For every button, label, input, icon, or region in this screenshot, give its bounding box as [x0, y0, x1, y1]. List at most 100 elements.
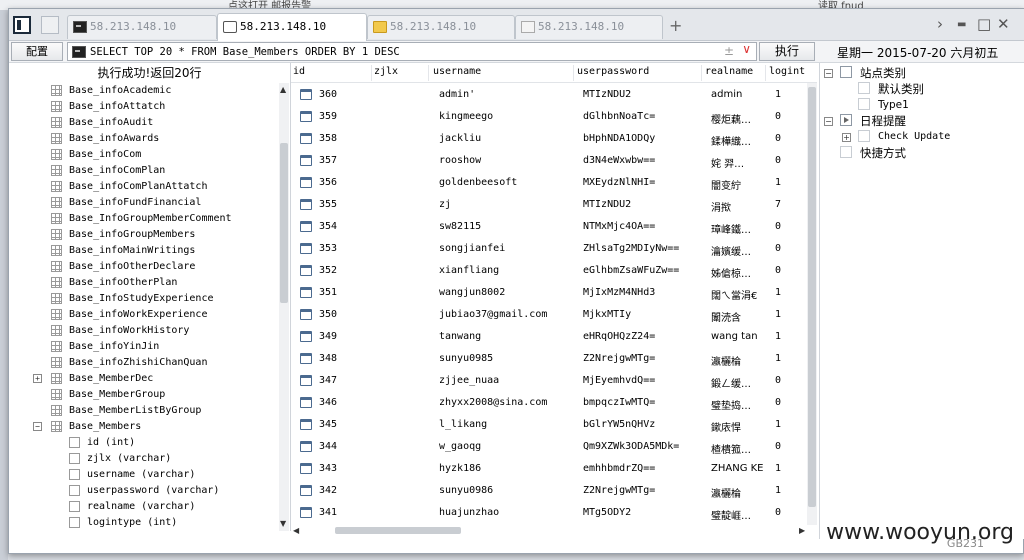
tree-item-column[interactable]: realname (varchar) [9, 499, 279, 515]
table-row[interactable]: 346 zhyxx2008@sina.com bmpqczIwMTQ= 璧垫捣… 0 [291, 392, 811, 414]
tree-item-table[interactable]: Base_infoAttatch [9, 99, 279, 115]
secondary-toggle-button[interactable] [41, 16, 59, 34]
tree-item-table[interactable]: + Base_MemberDec [9, 371, 279, 387]
cell-username: admin' [439, 89, 476, 100]
tree-item-table[interactable]: Base_infoAwards [9, 131, 279, 147]
scroll-right-icon[interactable]: ▶ [799, 526, 805, 535]
execute-button[interactable]: 执行 [759, 42, 815, 61]
table-row[interactable]: 354 sw82115 NTMxMjc4OA== 璋峰鐵… 0 [291, 216, 811, 238]
tree-item-column[interactable]: id (int) [9, 435, 279, 451]
date-display: 星期一 2015-07-20 六月初五 [837, 46, 999, 60]
column-name: userpassword (varchar) [87, 485, 220, 496]
schema-scrollbar[interactable]: ▲ ▼ [279, 83, 289, 531]
scroll-down-icon[interactable]: ▼ [280, 519, 286, 528]
main-window: 58.213.148.10 58.213.148.10 58.213.148.1… [8, 8, 1024, 554]
collapse-icon[interactable]: − [824, 69, 833, 78]
table-row[interactable]: 357 rooshow d3N4eWxwbw== 姹 羿… 0 [291, 150, 811, 172]
tree-item-table[interactable]: Base_infoYinJin [9, 339, 279, 355]
table-row[interactable]: 358 jackliu bHphNDA1ODQy 鍒樺織… 0 [291, 128, 811, 150]
tree-item-column[interactable]: username (varchar) [9, 467, 279, 483]
table-icon [51, 149, 62, 160]
expand-icon[interactable]: + [33, 374, 42, 383]
column-header-username[interactable]: username [433, 66, 481, 77]
scroll-thumb[interactable] [280, 143, 288, 303]
collapse-icon[interactable]: − [824, 117, 833, 126]
scroll-up-icon[interactable]: ▲ [280, 85, 286, 94]
tree-item-table[interactable]: − Base_Members [9, 419, 279, 435]
tree-item-table[interactable]: Base_InfoStudyExperience [9, 291, 279, 307]
table-icon [51, 261, 62, 272]
table-row[interactable]: 353 songjianfei ZHlsaTg2MDIyNw== 瀹嬪缓… 0 [291, 238, 811, 260]
tree-item-table[interactable]: Base_infoGroupMembers [9, 227, 279, 243]
tree-item-table[interactable]: Base_infoOtherPlan [9, 275, 279, 291]
table-row[interactable]: 349 tanwang eHRqOHQzZ24= wang tan 1 [291, 326, 811, 348]
column-name: id (int) [87, 437, 136, 448]
table-row[interactable]: 345 l_likang bGlrYW5nQHVz 鏉庡悍 1 [291, 414, 811, 436]
column-header-userpassword[interactable]: userpassword [577, 66, 649, 77]
table-icon [51, 325, 62, 336]
table-row[interactable]: 341 huajunzhao MTg5ODY2 璧靛崕… 0 [291, 502, 811, 524]
tree-item-table[interactable]: Base_InfoGroupMemberComment [9, 211, 279, 227]
table-row[interactable]: 360 admin' MTIzNDU2 admin 1 [291, 84, 811, 106]
row-icon [300, 441, 312, 452]
sql-text: SELECT TOP 20 * FROM Base_Members ORDER … [90, 46, 400, 58]
tree-item-table[interactable]: Base_infoFundFinancial [9, 195, 279, 211]
results-vertical-scrollbar[interactable] [807, 83, 817, 525]
tree-item-table[interactable]: Base_infoComPlanAttatch [9, 179, 279, 195]
tab-4[interactable]: 58.213.148.10 [515, 15, 663, 39]
table-row[interactable]: 352 xianfliang eGlhbmZsaWFuZw== 姊傖椋… 0 [291, 260, 811, 282]
tab-1[interactable]: 58.213.148.10 [67, 15, 217, 39]
table-row[interactable]: 355 zj MTIzNDU2 涓揿 7 [291, 194, 811, 216]
table-row[interactable]: 344 w_gaoqg Qm9XZWk3ODA5MDk= 楂樻箛… 0 [291, 436, 811, 458]
sql-input[interactable]: SELECT TOP 20 * FROM Base_Members ORDER … [67, 42, 757, 61]
tree-item-table[interactable]: Base_MemberGroup [9, 387, 279, 403]
table-row[interactable]: 350 jubiao37@gmail.com MjkxMTIy 闈涜含 1 [291, 304, 811, 326]
expand-icon[interactable]: + [842, 133, 851, 142]
cell-userpassword: bHphNDA1ODQy [583, 133, 656, 144]
tab-3[interactable]: 58.213.148.10 [367, 15, 515, 39]
tree-item-table[interactable]: Base_infoAudit [9, 115, 279, 131]
tree-item-table[interactable]: Base_infoWorkHistory [9, 323, 279, 339]
maximize-button[interactable]: □ [977, 15, 991, 33]
table-row[interactable]: 348 sunyu0985 Z2NrejgwMTg= 瀛欐棆 1 [291, 348, 811, 370]
table-row[interactable]: 347 zjjee_nuaa MjEyemhvdQ== 鍛ㄥ缓… 0 [291, 370, 811, 392]
tree-item-table[interactable]: Base_infoMainWritings [9, 243, 279, 259]
column-header-realname[interactable]: realname [705, 66, 753, 77]
scroll-thumb[interactable] [808, 87, 816, 507]
scroll-thumb[interactable] [335, 527, 461, 534]
minimize-button[interactable]: ▬ [957, 19, 966, 30]
table-row[interactable]: 359 kingmeego dGlhbnNoaTc= 樱炬藕… 0 [291, 106, 811, 128]
panel-toggle-button[interactable] [13, 16, 31, 34]
table-row[interactable]: 356 goldenbeesoft MXEydzNlNHI= 闇变紵 1 [291, 172, 811, 194]
cell-logintype: 1 [775, 331, 782, 342]
table-row[interactable]: 343 hyzk186 emhhbmdrZQ== ZHANG KE 1 [291, 458, 811, 480]
row-icon [300, 463, 312, 474]
tree-item-table[interactable]: Base_MemberListByGroup [9, 403, 279, 419]
tree-item-table[interactable]: Base_infoWorkExperience [9, 307, 279, 323]
table-row[interactable]: 342 sunyu0986 Z2NrejgwMTg= 瀛欐棆 1 [291, 480, 811, 502]
results-horizontal-scrollbar[interactable]: ◀ ▶ [291, 525, 811, 535]
tree-item-column[interactable]: userpassword (varchar) [9, 483, 279, 499]
tab-2-active[interactable]: 58.213.148.10 [217, 13, 367, 41]
chevron-down-icon[interactable]: ∨ [742, 42, 751, 56]
table-row[interactable]: 351 wangjun8002 MjIxMzM4NHd3 闊ㄟ當涓€ 1 [291, 282, 811, 304]
tree-item-table[interactable]: Base_infoOtherDeclare [9, 259, 279, 275]
add-tab-button[interactable]: + [669, 16, 682, 35]
row-icon [300, 133, 312, 144]
tree-item-column[interactable]: logintype (int) [9, 515, 279, 531]
column-header-logintype[interactable]: logint [769, 66, 805, 77]
table-icon [51, 421, 62, 432]
chevron-right-icon[interactable]: › [937, 15, 943, 33]
column-header-zjlx[interactable]: zjlx [374, 66, 398, 77]
plus-minus-icon[interactable]: ± [724, 44, 734, 58]
tree-item-table[interactable]: Base_infoComPlan [9, 163, 279, 179]
close-button[interactable]: ✕ [997, 15, 1010, 33]
scroll-left-icon[interactable]: ◀ [293, 526, 299, 535]
config-button[interactable]: 配置 [11, 42, 63, 61]
collapse-icon[interactable]: − [33, 422, 42, 431]
tree-item-table[interactable]: Base_infoCom [9, 147, 279, 163]
tree-item-column[interactable]: zjlx (varchar) [9, 451, 279, 467]
column-header-id[interactable]: id [293, 66, 305, 77]
tree-item-table[interactable]: Base_infoAcademic [9, 83, 279, 99]
tree-item-table[interactable]: Base_infoZhishiChanQuan [9, 355, 279, 371]
